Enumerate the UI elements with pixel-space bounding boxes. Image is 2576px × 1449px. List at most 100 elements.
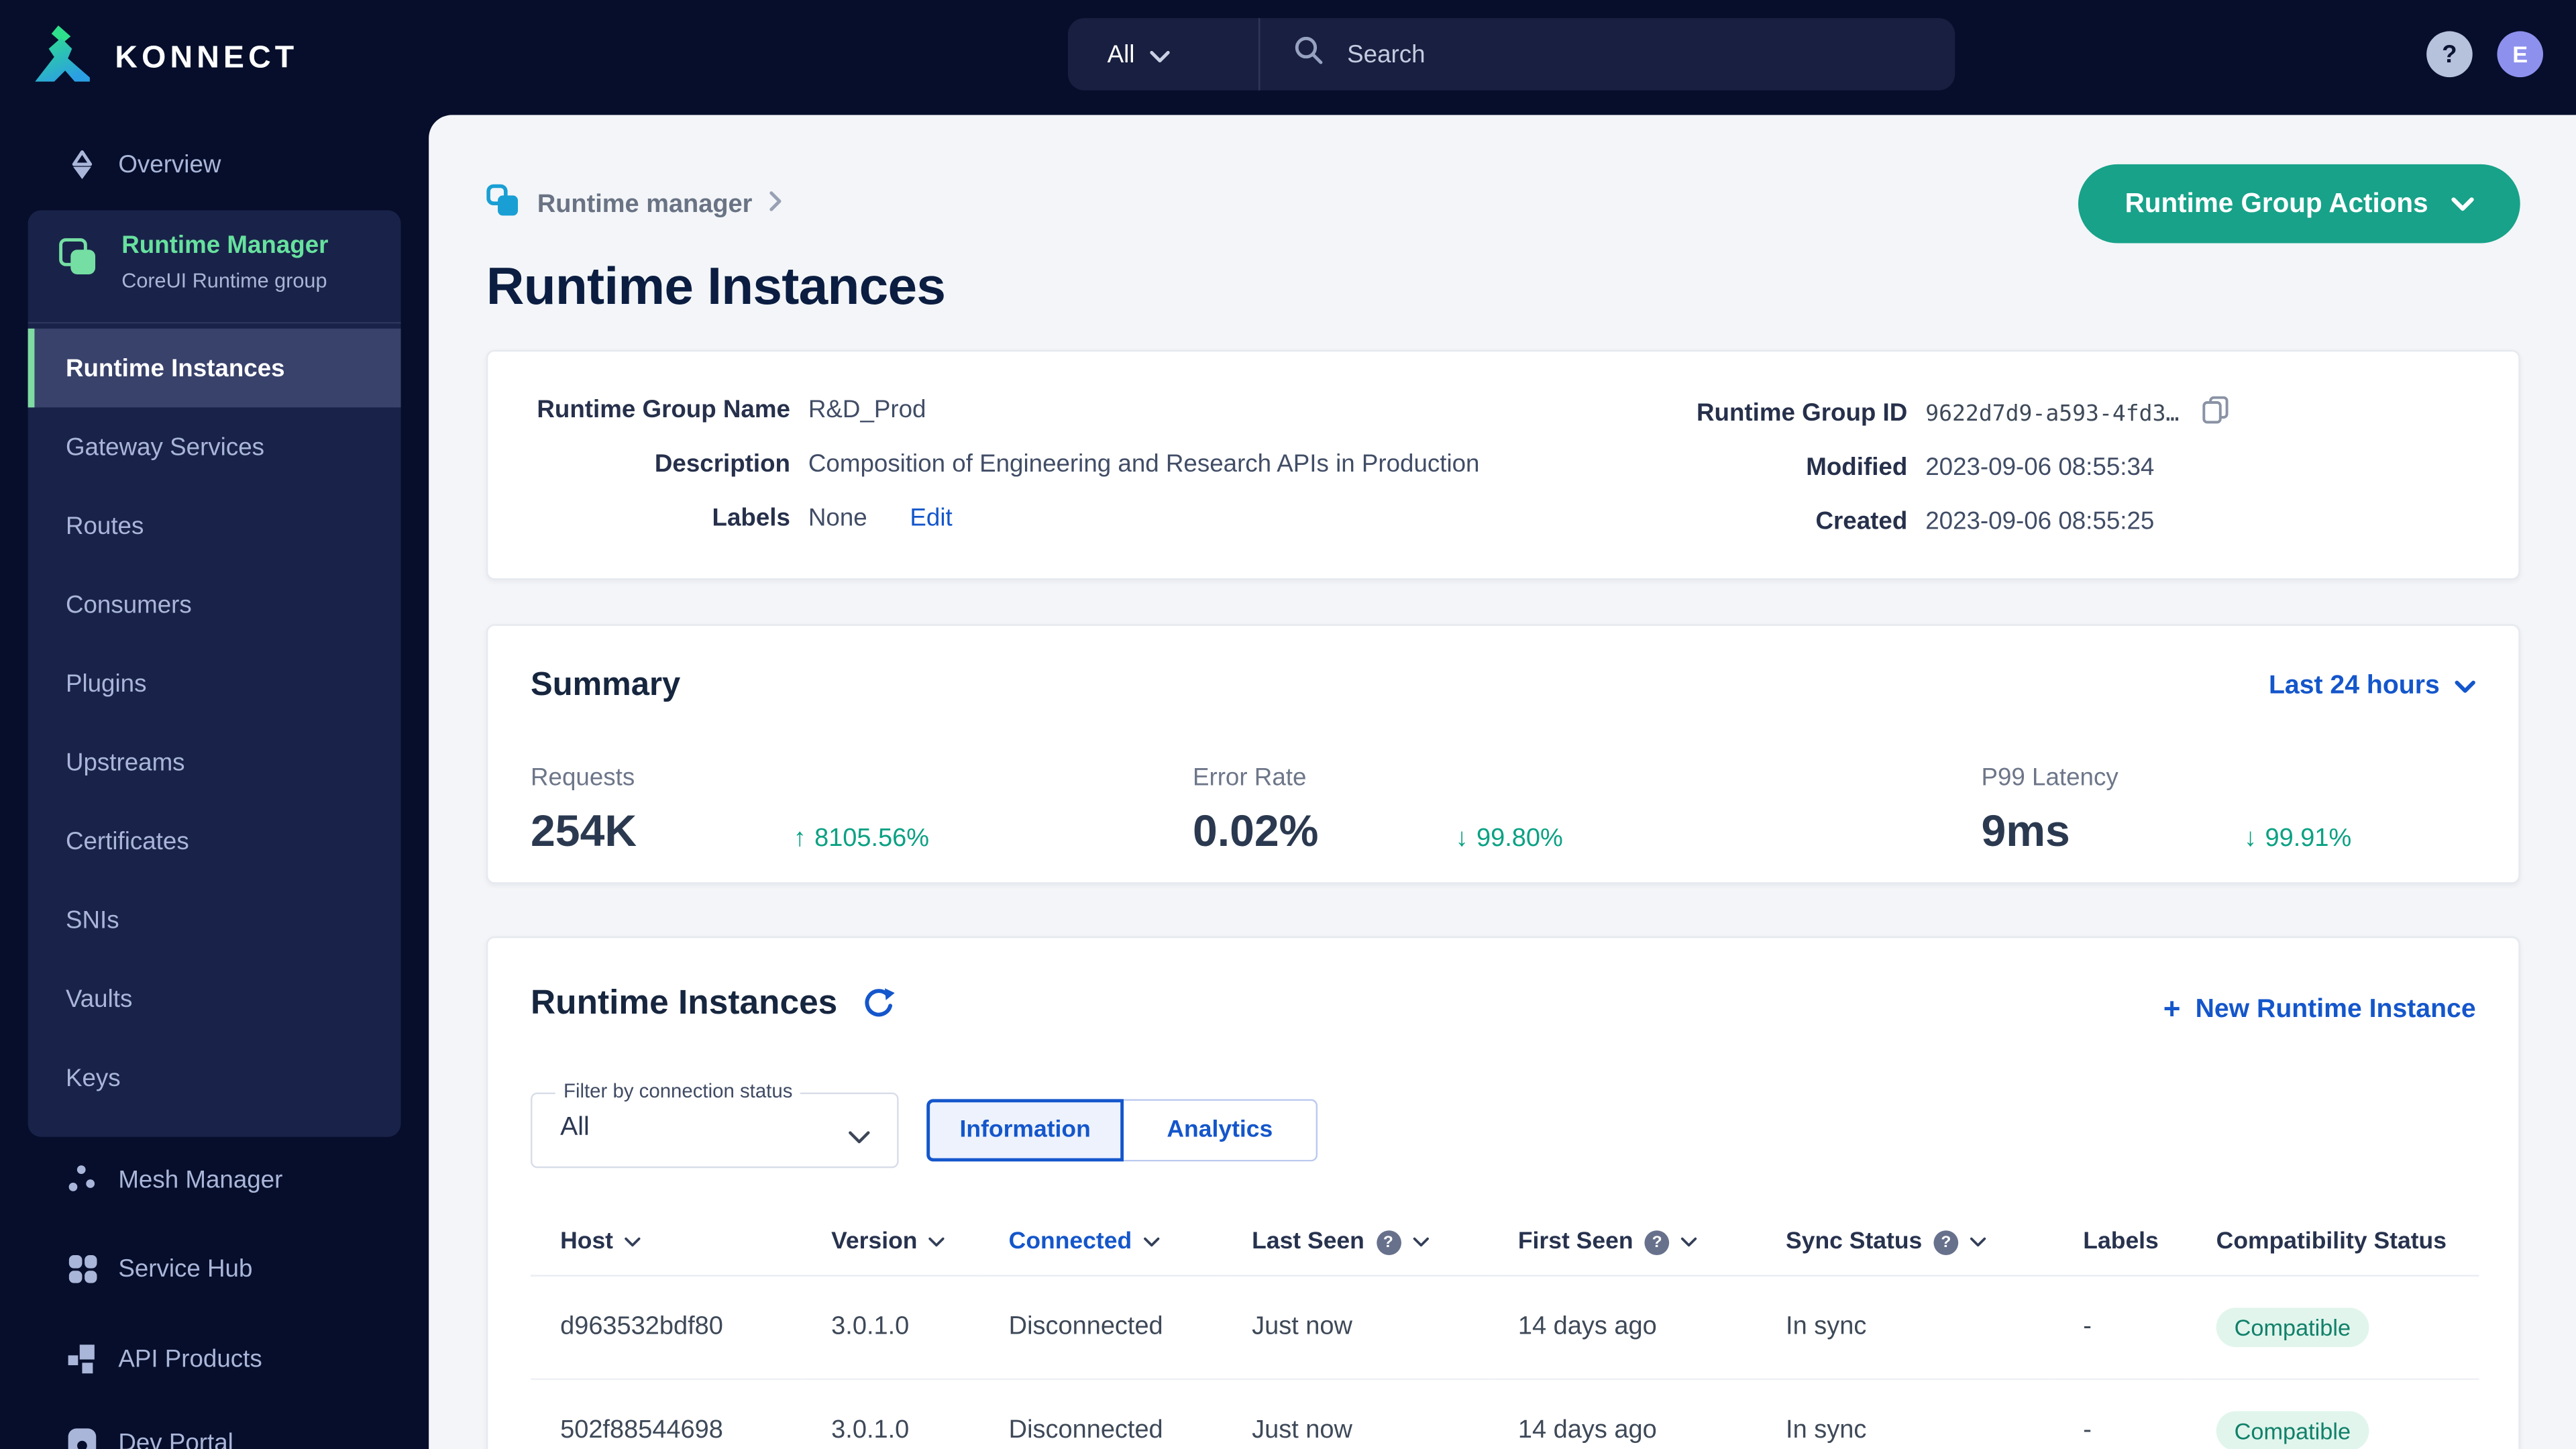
breadcrumb[interactable]: Runtime manager [486,184,782,227]
info-row-modified: Modified 2023-09-06 08:55:34 [1621,450,2230,486]
sidebar-item-keys[interactable]: Keys [28,1038,401,1118]
connection-status-filter[interactable]: Filter by connection status All [531,1079,899,1169]
table-header-row: Host Version Connected Last Seen? First … [531,1209,2479,1277]
description-value: Composition of Engineering and Research … [808,450,1480,478]
column-header-last-seen[interactable]: Last Seen? [1222,1209,1489,1277]
cell-connected: Disconnected [979,1275,1223,1381]
table-row[interactable]: 502f88544698 3.0.1.0 Disconnected Just n… [531,1379,2479,1449]
avatar[interactable]: E [2497,31,2544,78]
service-hub-icon [66,1252,99,1285]
sidebar-item-overview[interactable]: Overview [0,142,429,188]
runtime-group-name-value: R&D_Prod [808,396,926,424]
column-header-compatibility-status: Compatibility Status [2186,1209,2479,1277]
column-header-host[interactable]: Host [531,1209,802,1277]
chevron-down-icon [2455,672,2476,702]
sidebar-item-gateway-services[interactable]: Gateway Services [28,407,401,486]
chevron-right-icon [769,191,782,220]
chevron-down-icon [848,1124,871,1153]
runtime-group-id-value: 9622d7d9-a593-4fd3… [1925,400,2180,427]
help-button[interactable]: ? [2426,31,2473,78]
column-header-labels: Labels [2053,1209,2187,1277]
runtime-group-menu: Runtime Instances Gateway Services Route… [28,328,401,1118]
column-header-first-seen[interactable]: First Seen? [1488,1209,1756,1277]
kong-logo-icon [30,21,95,95]
column-header-sync-status[interactable]: Sync Status? [1756,1209,2054,1277]
sort-icon [1681,1237,1697,1247]
status-badge: Compatible [2216,1411,2369,1449]
cell-last-seen: Just now [1222,1379,1489,1449]
plus-icon: + [2163,992,2181,1026]
modified-value: 2023-09-06 08:55:34 [1925,453,2155,482]
sidebar-item-service-hub[interactable]: Service Hub [0,1245,429,1291]
help-icon: ? [1644,1230,1670,1254]
brand-logo[interactable]: KONNECT [30,21,298,95]
sort-icon [625,1237,641,1247]
sidebar-item-dev-portal[interactable]: Dev Portal [0,1419,429,1449]
avatar-initial: E [2512,41,2528,68]
help-icon: ? [1376,1230,1401,1254]
p99-latency-delta: ↓ 99.91% [2244,824,2351,854]
runtime-group-icon [486,184,521,227]
dev-portal-icon [66,1426,99,1449]
cell-compatibility: Compatible [2186,1275,2479,1381]
runtime-instances-card: Runtime Instances + New Runtime Instance… [486,936,2520,1449]
sidebar-item-label: Mesh Manager [118,1165,283,1194]
refresh-icon[interactable] [861,987,895,1021]
column-header-version[interactable]: Version [802,1209,979,1277]
sidebar-item-runtime-instances[interactable]: Runtime Instances [28,328,401,408]
sort-icon [1970,1237,1986,1247]
column-header-connected[interactable]: Connected [979,1209,1223,1277]
summary-metrics: Requests 254K ↑ 8105.56% Error Rate 0.02… [531,764,2476,873]
sidebar-item-vaults[interactable]: Vaults [28,959,401,1038]
runtime-group-actions-button[interactable]: Runtime Group Actions [2079,164,2520,244]
sidebar-item-mesh-manager[interactable]: Mesh Manager [0,1157,429,1203]
copy-icon[interactable] [2202,396,2231,429]
runtime-instances-title: Runtime Instances [531,983,838,1022]
cell-first-seen: 14 days ago [1488,1275,1756,1381]
sidebar-item-routes[interactable]: Routes [28,486,401,566]
cell-first-seen: 14 days ago [1488,1379,1756,1449]
page-title: Runtime Instances [486,256,946,316]
sidebar-item-upstreams[interactable]: Upstreams [28,723,401,802]
sidebar-item-api-products[interactable]: API Products [0,1336,429,1382]
search-input[interactable] [1344,38,1955,70]
sort-icon [1412,1237,1428,1247]
sidebar-item-label: Dev Portal [118,1428,233,1449]
metric-p99-latency: P99 Latency 9ms ↓ 99.91% [1981,764,2351,858]
help-icon: ? [1933,1230,1959,1254]
info-row-created: Created 2023-09-06 08:55:25 [1621,504,2230,541]
filter-label: Filter by connection status [555,1079,801,1103]
sidebar-item-plugins[interactable]: Plugins [28,644,401,723]
info-row-description: Description Composition of Engineering a… [531,447,1621,483]
summary-card: Summary Last 24 hours Requests 254K ↑ 81… [486,624,2520,884]
sidebar-item-label: API Products [118,1344,262,1373]
search-icon [1293,34,1324,74]
tab-analytics[interactable]: Analytics [1124,1099,1318,1162]
metric-error-rate: Error Rate 0.02% ↓ 99.80% [1193,764,1563,858]
time-range-dropdown[interactable]: Last 24 hours [2269,672,2476,702]
table-row[interactable]: d963532bdf80 3.0.1.0 Disconnected Just n… [531,1275,2479,1381]
cell-labels: - [2053,1379,2187,1449]
cell-connected: Disconnected [979,1379,1223,1449]
sidebar-item-certificates[interactable]: Certificates [28,802,401,881]
search-scope-dropdown[interactable]: All [1068,40,1258,68]
sidebar-item-consumers[interactable]: Consumers [28,565,401,644]
runtime-manager-title[interactable]: Runtime Manager [121,231,328,260]
tab-information[interactable]: Information [926,1099,1124,1162]
summary-title: Summary [531,667,681,704]
runtime-group-panel: Runtime Manager CoreUI Runtime group Run… [28,210,401,1137]
mesh-manager-icon [66,1163,99,1196]
edit-labels-link[interactable]: Edit [910,501,952,537]
logo-wordmark: KONNECT [115,40,299,75]
sidebar-item-snis[interactable]: SNIs [28,881,401,960]
new-runtime-instance-button[interactable]: + New Runtime Instance [2163,992,2476,1026]
info-row-group-name: Runtime Group Name R&D_Prod [531,392,1621,429]
search-scope-value: All [1107,40,1135,68]
sidebar: Overview Runtime Manager CoreUI Runtime … [0,115,429,1449]
chevron-down-icon [1149,40,1169,68]
chevron-down-icon [2451,188,2474,219]
global-search: All [1067,17,1955,91]
view-toggle: Information Analytics [926,1099,1318,1162]
overview-icon [66,148,99,180]
arrow-down-icon: ↓ [1455,824,1468,853]
